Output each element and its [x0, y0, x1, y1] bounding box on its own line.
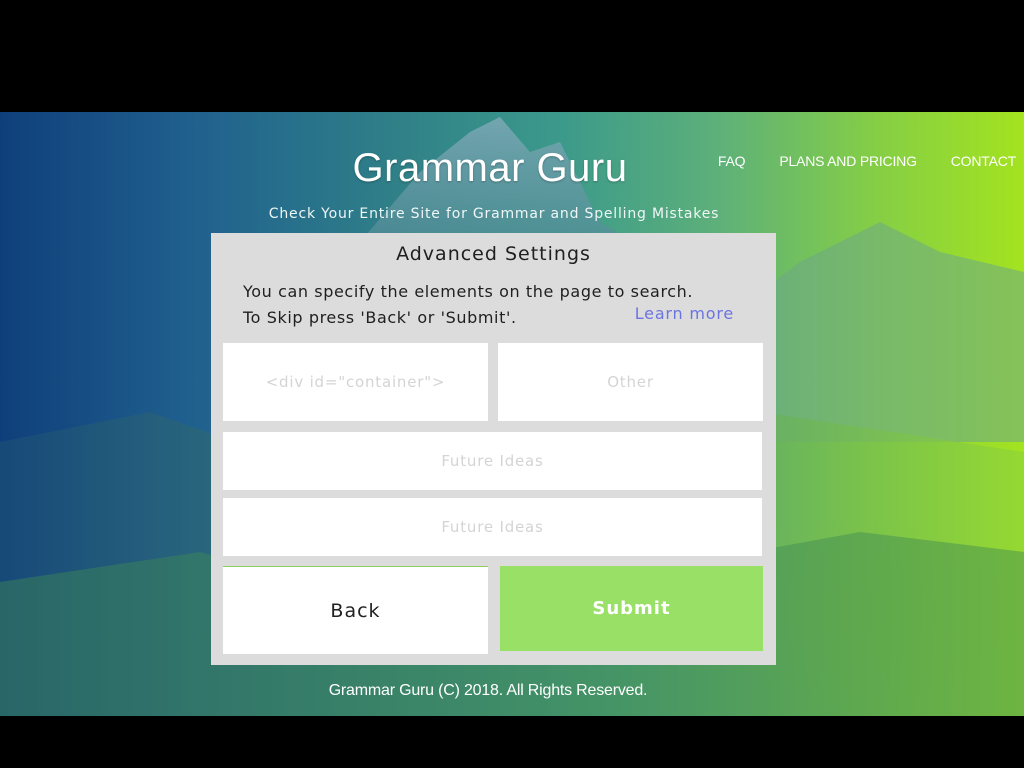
back-button[interactable]: Back [223, 566, 488, 654]
future-ideas-input-1[interactable] [223, 432, 762, 490]
container-selector-input[interactable] [223, 343, 488, 421]
nav-plans-and-pricing[interactable]: PLANS AND PRICING [779, 153, 917, 169]
submit-button[interactable]: Submit [500, 566, 763, 651]
footer-copyright: Grammar Guru (C) 2018. All Rights Reserv… [328, 682, 648, 699]
hero-background: Grammar Guru Check Your Entire Site for … [0, 112, 1024, 716]
description-line-2: To Skip press 'Back' or 'Submit'. [243, 308, 517, 327]
top-nav: FAQ PLANS AND PRICING CONTACT [718, 153, 1016, 169]
advanced-settings-panel: Advanced Settings You can specify the el… [211, 233, 776, 665]
other-selector-input[interactable] [498, 343, 763, 421]
site-tagline: Check Your Entire Site for Grammar and S… [268, 206, 720, 222]
nav-contact[interactable]: CONTACT [951, 153, 1016, 169]
nav-faq[interactable]: FAQ [718, 153, 746, 169]
future-ideas-input-2[interactable] [223, 498, 762, 556]
learn-more-link[interactable]: Learn more [635, 304, 734, 323]
panel-description: You can specify the elements on the page… [243, 279, 693, 331]
panel-title: Advanced Settings [396, 243, 591, 265]
description-line-1: You can specify the elements on the page… [243, 282, 694, 301]
